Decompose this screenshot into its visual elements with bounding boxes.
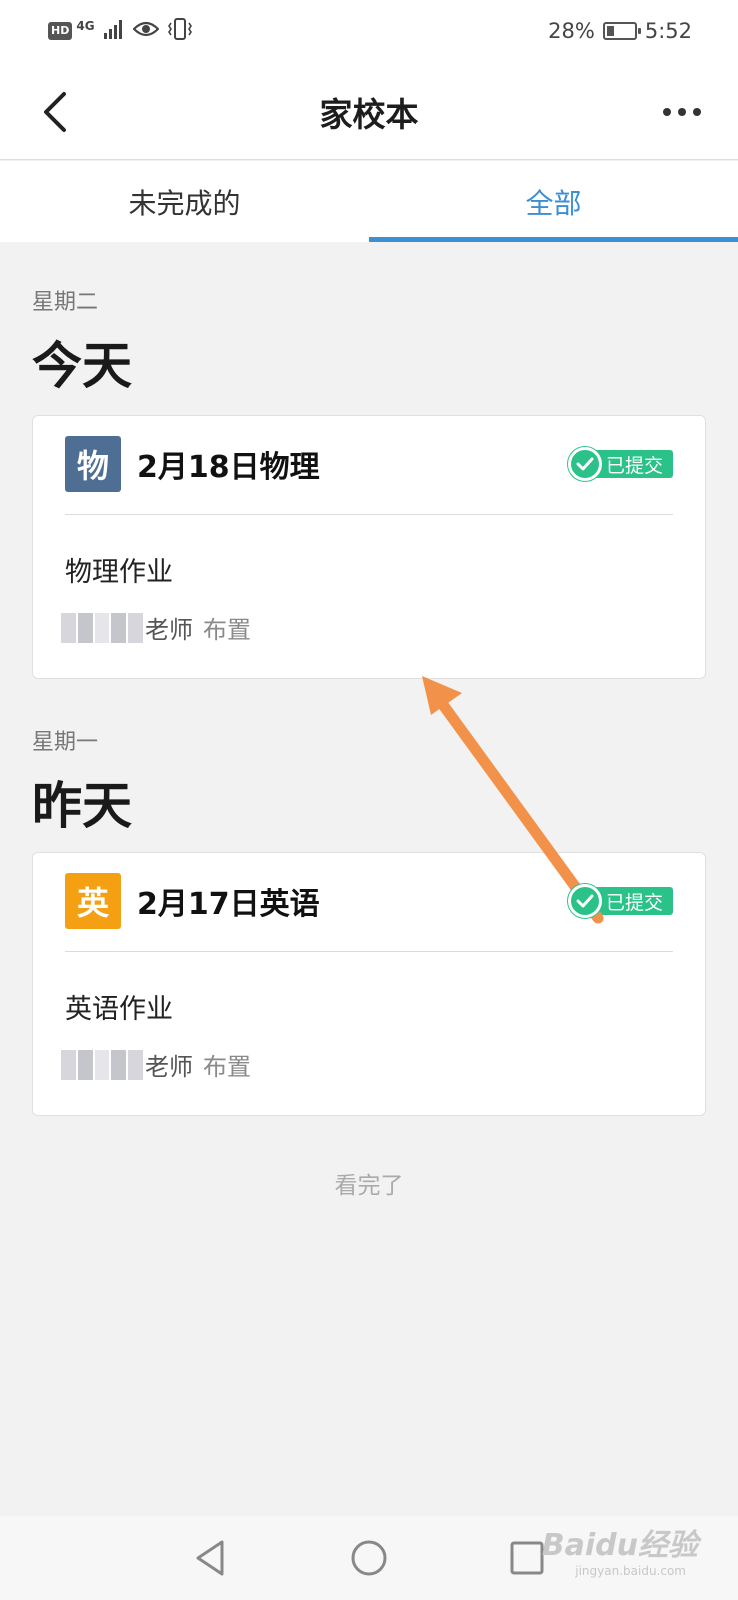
card-title: 2月17日英语 [137, 887, 320, 922]
more-dot-icon [693, 108, 701, 116]
circle-home-icon [351, 1540, 387, 1576]
submitted-badge: 已提交 [567, 447, 673, 481]
status-bar: HD 4G 28% 5:52 [0, 0, 738, 62]
triangle-back-icon [196, 1540, 224, 1576]
tab-bar: 未完成的 全部 [0, 161, 738, 242]
blurred-teacher-name [61, 612, 143, 643]
battery-icon [602, 22, 641, 40]
card-header: 物 2月18日物理 已提交 [65, 436, 673, 492]
card-divider [65, 514, 673, 515]
more-dot-icon [678, 108, 686, 116]
status-icons-left: HD 4G [48, 17, 193, 45]
signal-icon [103, 19, 125, 44]
teacher-info: 老师 布置 [61, 1047, 251, 1082]
card-divider [65, 951, 673, 952]
page-title: 家校本 [319, 95, 419, 134]
status-icons-right: 28% 5:52 [548, 19, 692, 43]
homework-card[interactable]: 英 2月17日英语 已提交 英语作业 老师 布置 [32, 852, 706, 1116]
blurred-teacher-name [61, 1049, 143, 1080]
battery-percent: 28% [548, 19, 595, 43]
card-header: 英 2月17日英语 已提交 [65, 873, 673, 929]
weekday-label: 星期二 [32, 290, 99, 315]
weekday-label: 星期一 [32, 730, 99, 755]
navigation-bar: 家校本 [0, 62, 738, 160]
square-recents-icon [510, 1541, 544, 1575]
teacher-suffix: 老师 [145, 616, 193, 644]
teacher-suffix: 老师 [145, 1053, 193, 1081]
status-label: 已提交 [591, 887, 673, 915]
assigned-label: 布置 [203, 1053, 251, 1081]
more-dot-icon [663, 108, 671, 116]
homework-description: 物理作业 [65, 557, 173, 588]
check-circle-icon [567, 884, 602, 918]
battery-fill [606, 26, 614, 36]
watermark-url: jingyan.baidu.com [575, 1564, 686, 1578]
check-circle-icon [567, 447, 602, 481]
subject-badge: 英 [65, 873, 121, 929]
day-heading: 昨天 [32, 777, 132, 835]
assigned-label: 布置 [203, 616, 251, 644]
subject-badge: 物 [65, 436, 121, 492]
homework-description: 英语作业 [65, 994, 173, 1025]
clock: 5:52 [644, 19, 692, 43]
teacher-info: 老师 布置 [61, 610, 251, 645]
day-heading: 今天 [32, 337, 132, 395]
watermark-logo: Baidu经验 [541, 1528, 698, 1563]
eye-icon [131, 19, 160, 43]
system-back-button[interactable] [188, 1536, 232, 1580]
system-home-button[interactable] [347, 1536, 391, 1580]
status-label: 已提交 [591, 450, 673, 478]
end-of-list-text: 看完了 [334, 1173, 404, 1199]
more-options-button[interactable] [654, 92, 710, 132]
tab-incomplete[interactable]: 未完成的 [0, 161, 369, 242]
vibrate-icon [167, 17, 193, 45]
network-label: 4G [76, 19, 95, 33]
tab-all[interactable]: 全部 [369, 161, 738, 242]
card-title: 2月18日物理 [137, 450, 320, 485]
hd-badge: HD [48, 22, 73, 40]
homework-card[interactable]: 物 2月18日物理 已提交 物理作业 老师 布置 [32, 415, 706, 679]
submitted-badge: 已提交 [567, 884, 673, 918]
